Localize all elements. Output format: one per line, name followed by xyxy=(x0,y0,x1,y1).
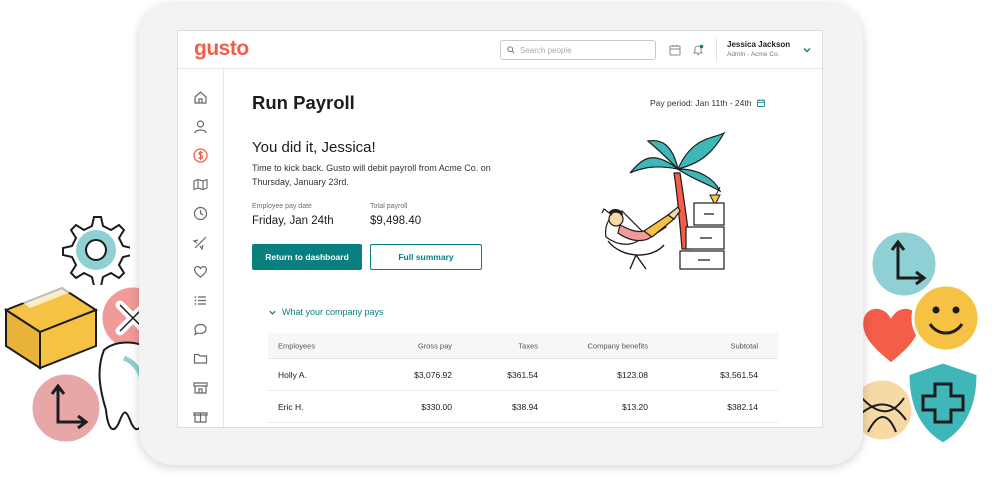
sidebar-item-perks[interactable] xyxy=(192,408,209,425)
sidebar-item-chat[interactable] xyxy=(192,321,209,338)
sidebar-item-travel[interactable] xyxy=(192,234,209,251)
sidebar-item-benefits[interactable] xyxy=(192,263,209,280)
employee-name: Holly A. xyxy=(278,369,307,380)
shield-cross-sticker xyxy=(906,360,980,446)
sidebar-item-list[interactable] xyxy=(192,292,209,309)
col-employees[interactable]: Employees xyxy=(278,341,315,350)
list-icon xyxy=(194,296,206,305)
folder-icon xyxy=(193,353,208,364)
map-icon xyxy=(193,178,208,191)
sidebar-item-reports[interactable] xyxy=(192,176,209,193)
sidebar-item-company[interactable] xyxy=(192,379,209,396)
top-bar: gusto Jessica Jackson Admin - Acme Co. xyxy=(178,31,822,69)
smiley-sticker xyxy=(911,283,981,353)
relaxing-illustration xyxy=(601,131,726,270)
chat-icon xyxy=(193,323,207,336)
calendar-icon[interactable] xyxy=(668,43,682,57)
congrats-heading: You did it, Jessica! xyxy=(252,139,376,156)
company-benefits: $123.08 xyxy=(617,369,648,380)
calendar-icon[interactable] xyxy=(756,98,766,108)
return-to-dashboard-button[interactable]: Return to dashboard xyxy=(252,244,362,270)
gross-pay: $330.00 xyxy=(421,401,452,412)
what-your-company-pays-toggle[interactable]: What your company pays xyxy=(268,307,384,317)
heart-icon xyxy=(194,265,207,278)
sidebar xyxy=(178,69,224,427)
store-icon xyxy=(193,382,208,394)
home-icon xyxy=(194,91,207,104)
employee-pay-date-label: Employee pay date xyxy=(252,203,312,210)
sidebar-item-time[interactable] xyxy=(192,205,209,222)
col-company-benefits[interactable]: Company benefits xyxy=(588,341,648,350)
full-summary-button[interactable]: Full summary xyxy=(370,244,482,270)
table-header: Employees Gross pay Taxes Company benefi… xyxy=(268,333,778,359)
sidebar-item-home[interactable] xyxy=(192,89,209,106)
company-benefits: $13.20 xyxy=(622,401,648,412)
table-row[interactable]: Eric H. $330.00 $38.94 $13.20 $382.14 xyxy=(268,391,778,423)
table-row[interactable]: Holly A. $3,076.92 $361.54 $123.08 $3,56… xyxy=(268,359,778,391)
taxes: $38.94 xyxy=(512,401,538,412)
person-icon xyxy=(194,120,207,134)
dollar-icon xyxy=(193,148,208,163)
employee-pay-date-value: Friday, Jan 24th xyxy=(252,215,334,227)
search-icon xyxy=(507,46,515,54)
col-subtotal[interactable]: Subtotal xyxy=(730,341,758,350)
gift-icon xyxy=(193,412,208,423)
subtotal: $3,561.54 xyxy=(720,369,758,380)
sidebar-item-payroll[interactable] xyxy=(192,147,209,164)
chevron-down-icon xyxy=(269,310,276,315)
bell-icon[interactable] xyxy=(691,43,705,57)
sidebar-item-people[interactable] xyxy=(192,118,209,135)
pay-period-label: Pay period: Jan 11th - 24th xyxy=(650,98,752,108)
col-gross-pay[interactable]: Gross pay xyxy=(418,341,452,350)
pay-period[interactable]: Pay period: Jan 11th - 24th xyxy=(650,98,766,108)
gross-pay: $3,076.92 xyxy=(414,369,452,380)
airplane-icon xyxy=(192,236,207,251)
taxes: $361.54 xyxy=(507,369,538,380)
debit-message: Time to kick back. Gusto will debit payr… xyxy=(252,163,491,187)
app-screen: gusto Jessica Jackson Admin - Acme Co. xyxy=(177,30,823,428)
section-toggle-label: What your company pays xyxy=(282,307,384,317)
user-company: Admin - Acme Co. xyxy=(727,51,780,58)
topbar-divider xyxy=(716,38,717,62)
col-taxes[interactable]: Taxes xyxy=(518,341,538,350)
box-sticker xyxy=(3,280,99,370)
page-title: Run Payroll xyxy=(252,92,355,113)
gusto-logo[interactable]: gusto xyxy=(194,37,249,61)
total-payroll-value: $9,498.40 xyxy=(370,215,422,227)
company-pays-table: Employees Gross pay Taxes Company benefi… xyxy=(268,333,778,423)
chevron-down-icon[interactable] xyxy=(802,45,812,55)
gear-sticker xyxy=(62,216,130,285)
search-box[interactable] xyxy=(500,40,656,60)
clock-icon xyxy=(193,206,208,221)
user-name[interactable]: Jessica Jackson xyxy=(727,40,790,49)
total-payroll-label: Total payroll xyxy=(370,203,408,210)
subtotal: $382.14 xyxy=(727,401,758,412)
sidebar-item-documents[interactable] xyxy=(192,350,209,367)
search-input[interactable] xyxy=(520,45,640,55)
clock-arrow-sticker-left xyxy=(29,371,103,445)
employee-name: Eric H. xyxy=(278,401,304,412)
